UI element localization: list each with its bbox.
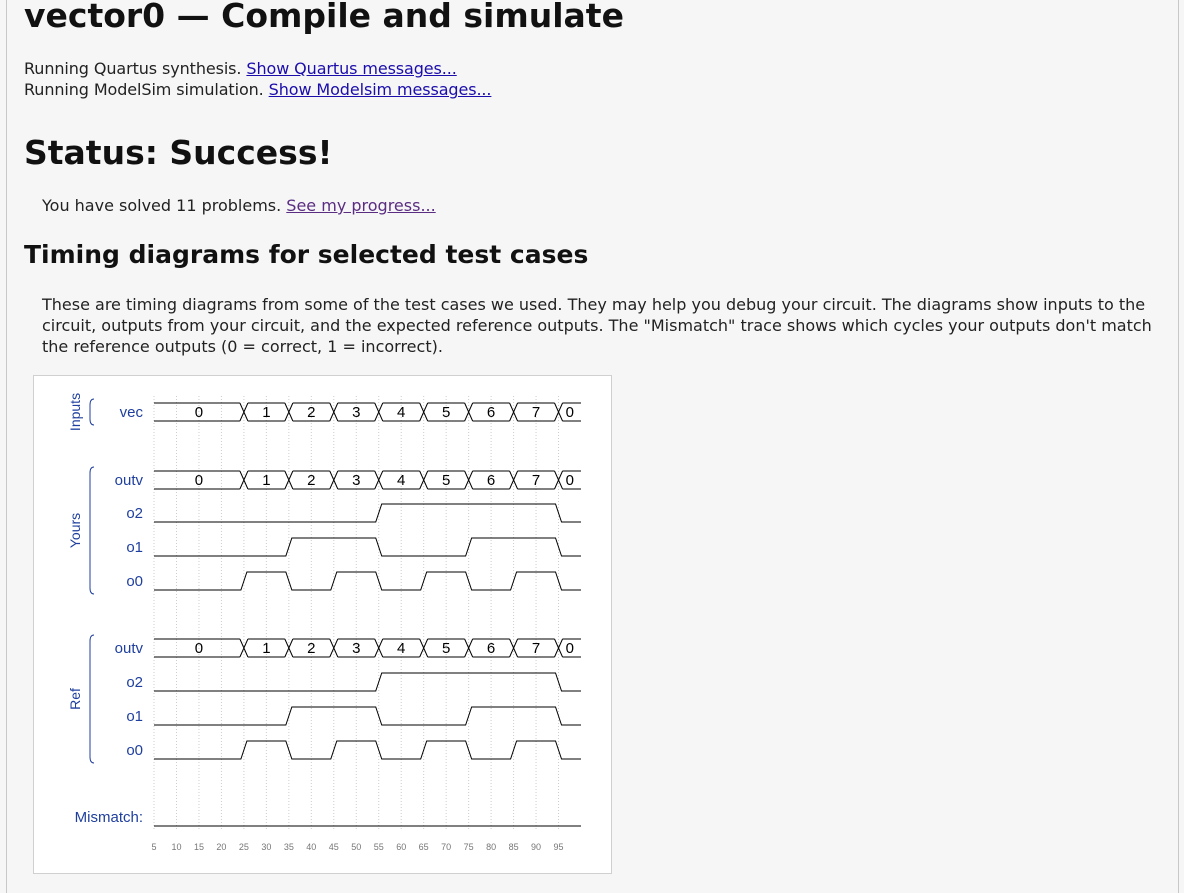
time-tick-label: 20 xyxy=(216,842,226,852)
time-tick-label: 90 xyxy=(531,842,541,852)
time-tick-label: 75 xyxy=(464,842,474,852)
mismatch-label: Mismatch: xyxy=(75,809,143,826)
signal-label-o0: o0 xyxy=(126,573,143,590)
signal-label-o1: o1 xyxy=(126,539,143,556)
bus-value: 1 xyxy=(262,472,270,489)
bus-value: 0 xyxy=(195,404,203,421)
time-tick-label: 45 xyxy=(329,842,339,852)
time-tick-label: 80 xyxy=(486,842,496,852)
group-label-yours: Yours xyxy=(67,513,83,548)
time-tick-label: 55 xyxy=(374,842,384,852)
signal-label-vec: vec xyxy=(120,404,144,421)
timing-description: These are timing diagrams from some of t… xyxy=(42,295,1152,356)
timing-diagram-svg: 5 10 15 20 25 30 35 40 45 50 55 60 65 70 75 80 85 90 95Inp… xyxy=(67,393,581,852)
bus-value: 0 xyxy=(566,640,574,657)
group-bracket xyxy=(89,398,95,426)
bus-value: 0 xyxy=(566,404,574,421)
group-label-inputs: Inputs xyxy=(67,393,83,431)
bus-value: 3 xyxy=(352,472,360,489)
group-bracket xyxy=(89,634,95,764)
bus-value: 0 xyxy=(195,472,203,489)
bus-value: 0 xyxy=(566,472,574,489)
signal-label-o1: o1 xyxy=(126,708,143,725)
time-tick-label: 50 xyxy=(351,842,361,852)
page-title: vector0 — Compile and simulate xyxy=(24,0,624,35)
quartus-message: Running Quartus synthesis. Show Quartus … xyxy=(24,58,457,79)
trace-o1 xyxy=(154,537,581,557)
signal-label-o2: o2 xyxy=(126,674,143,691)
time-tick-label: 95 xyxy=(554,842,564,852)
group-label-ref: Ref xyxy=(67,688,83,710)
timing-diagram: 5 10 15 20 25 30 35 40 45 50 55 60 65 70 75 80 85 90 95 Inp… xyxy=(33,375,612,874)
bus-value: 4 xyxy=(397,640,405,657)
trace-o2 xyxy=(154,503,581,523)
bus-value: 6 xyxy=(487,640,495,657)
bus-value: 6 xyxy=(487,404,495,421)
time-tick-label: 25 xyxy=(239,842,249,852)
trace-o0 xyxy=(154,740,581,760)
modelsim-message: Running ModelSim simulation. Show Models… xyxy=(24,79,492,100)
trace-o2 xyxy=(154,672,581,692)
signal-label-outv: outv xyxy=(115,640,144,657)
solved-text: You have solved 11 problems. xyxy=(42,196,282,215)
time-tick-label: 35 xyxy=(284,842,294,852)
time-tick-label: 40 xyxy=(306,842,316,852)
bus-value: 7 xyxy=(532,472,540,489)
time-tick-label: 60 xyxy=(396,842,406,852)
time-tick-label: 15 xyxy=(194,842,204,852)
show-modelsim-messages-link[interactable]: Show Modelsim messages... xyxy=(269,80,492,99)
trace-o0 xyxy=(154,571,581,591)
time-tick-label: 85 xyxy=(509,842,519,852)
timing-heading: Timing diagrams for selected test cases xyxy=(24,240,589,269)
bus-value: 6 xyxy=(487,472,495,489)
bus-value: 2 xyxy=(307,404,315,421)
time-tick-label: 30 xyxy=(261,842,271,852)
signal-label-outv: outv xyxy=(115,472,144,489)
time-tick-label: 70 xyxy=(441,842,451,852)
time-tick-label: 10 xyxy=(171,842,181,852)
bus-value: 1 xyxy=(262,640,270,657)
quartus-status-text: Running Quartus synthesis. xyxy=(24,59,242,78)
bus-value: 5 xyxy=(442,404,450,421)
status-heading: Status: Success! xyxy=(24,133,333,172)
see-my-progress-link[interactable]: See my progress... xyxy=(286,196,435,215)
bus-value: 7 xyxy=(532,640,540,657)
bus-value: 4 xyxy=(397,404,405,421)
signal-label-o2: o2 xyxy=(126,505,143,522)
bus-value: 5 xyxy=(442,640,450,657)
show-quartus-messages-link[interactable]: Show Quartus messages... xyxy=(246,59,456,78)
bus-value: 3 xyxy=(352,640,360,657)
time-tick-label: 5 xyxy=(151,842,156,852)
solved-count: You have solved 11 problems. See my prog… xyxy=(42,196,436,215)
bus-value: 0 xyxy=(195,640,203,657)
bus-value: 7 xyxy=(532,404,540,421)
trace-o1 xyxy=(154,706,581,726)
bus-value: 2 xyxy=(307,472,315,489)
modelsim-status-text: Running ModelSim simulation. xyxy=(24,80,264,99)
bus-value: 3 xyxy=(352,404,360,421)
bus-value: 4 xyxy=(397,472,405,489)
bus-value: 5 xyxy=(442,472,450,489)
bus-value: 1 xyxy=(262,404,270,421)
bus-value: 2 xyxy=(307,640,315,657)
group-bracket xyxy=(89,466,95,595)
signal-label-o0: o0 xyxy=(126,742,143,759)
time-tick-label: 65 xyxy=(419,842,429,852)
